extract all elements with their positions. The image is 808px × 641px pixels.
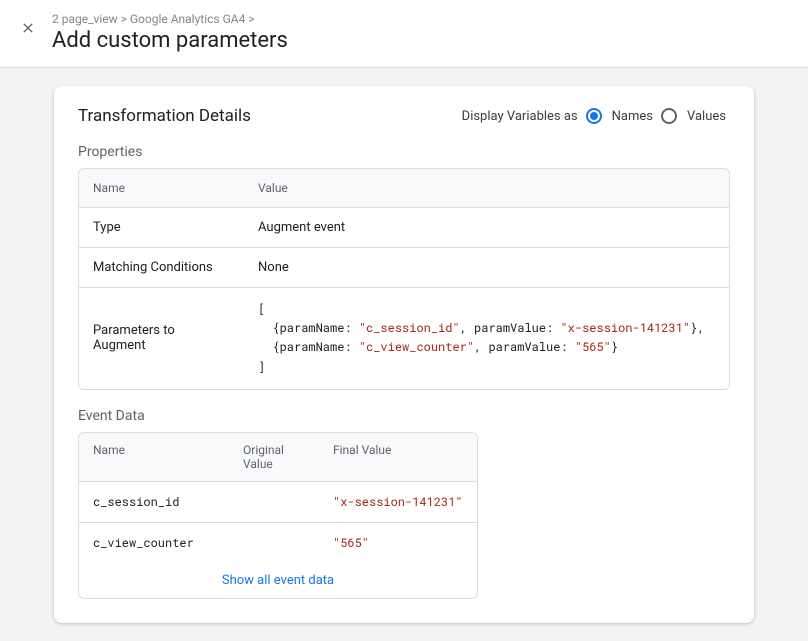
- radio-values-label[interactable]: Values: [687, 109, 726, 124]
- display-as-label: Display Variables as: [462, 109, 578, 124]
- parameters-to-augment-row: Parameters to Augment [ {paramName: "c_s…: [79, 288, 729, 389]
- col-final: Final Value: [319, 433, 477, 481]
- page-title: Add custom parameters: [52, 28, 788, 53]
- table-row: c_session_id "x-session-141231": [79, 482, 477, 523]
- event-name: c_session_id: [79, 482, 229, 522]
- prop-value: None: [244, 248, 729, 287]
- col-name: Name: [79, 433, 229, 481]
- page-header: 2 page_view > Google Analytics GA4 > Add…: [0, 0, 808, 68]
- properties-table: Name Value Type Augment event Matching C…: [78, 168, 730, 390]
- event-final: "x-session-141231": [319, 482, 477, 522]
- prop-name: Parameters to Augment: [79, 311, 244, 365]
- event-original: [229, 523, 319, 563]
- radio-names[interactable]: [586, 108, 602, 124]
- breadcrumb: 2 page_view > Google Analytics GA4 >: [52, 12, 788, 26]
- col-original: Original Value: [229, 433, 319, 481]
- table-row: Matching Conditions None: [79, 248, 729, 288]
- event-original: [229, 482, 319, 522]
- event-final: "565": [319, 523, 477, 563]
- prop-name: Type: [79, 208, 244, 247]
- event-header-row: Name Original Value Final Value: [79, 433, 477, 482]
- radio-values[interactable]: [661, 108, 677, 124]
- col-value: Value: [244, 169, 729, 207]
- card-title: Transformation Details: [78, 106, 251, 126]
- col-name: Name: [79, 169, 244, 207]
- prop-value: Augment event: [244, 208, 729, 247]
- event-data-table: Name Original Value Final Value c_sessio…: [78, 432, 478, 599]
- table-row: Type Augment event: [79, 208, 729, 248]
- prop-name: Matching Conditions: [79, 248, 244, 287]
- close-icon: [20, 20, 36, 36]
- event-data-section-label: Event Data: [78, 408, 730, 424]
- radio-names-label[interactable]: Names: [612, 109, 653, 124]
- event-name: c_view_counter: [79, 523, 229, 563]
- properties-header-row: Name Value: [79, 169, 729, 208]
- close-button[interactable]: [20, 12, 36, 40]
- table-row: c_view_counter "565": [79, 523, 477, 563]
- display-variables-toggle: Display Variables as Names Values: [462, 108, 730, 124]
- properties-section-label: Properties: [78, 144, 730, 160]
- params-code: [ {paramName: "c_session_id", paramValue…: [258, 300, 715, 377]
- transformation-card: Transformation Details Display Variables…: [54, 86, 754, 623]
